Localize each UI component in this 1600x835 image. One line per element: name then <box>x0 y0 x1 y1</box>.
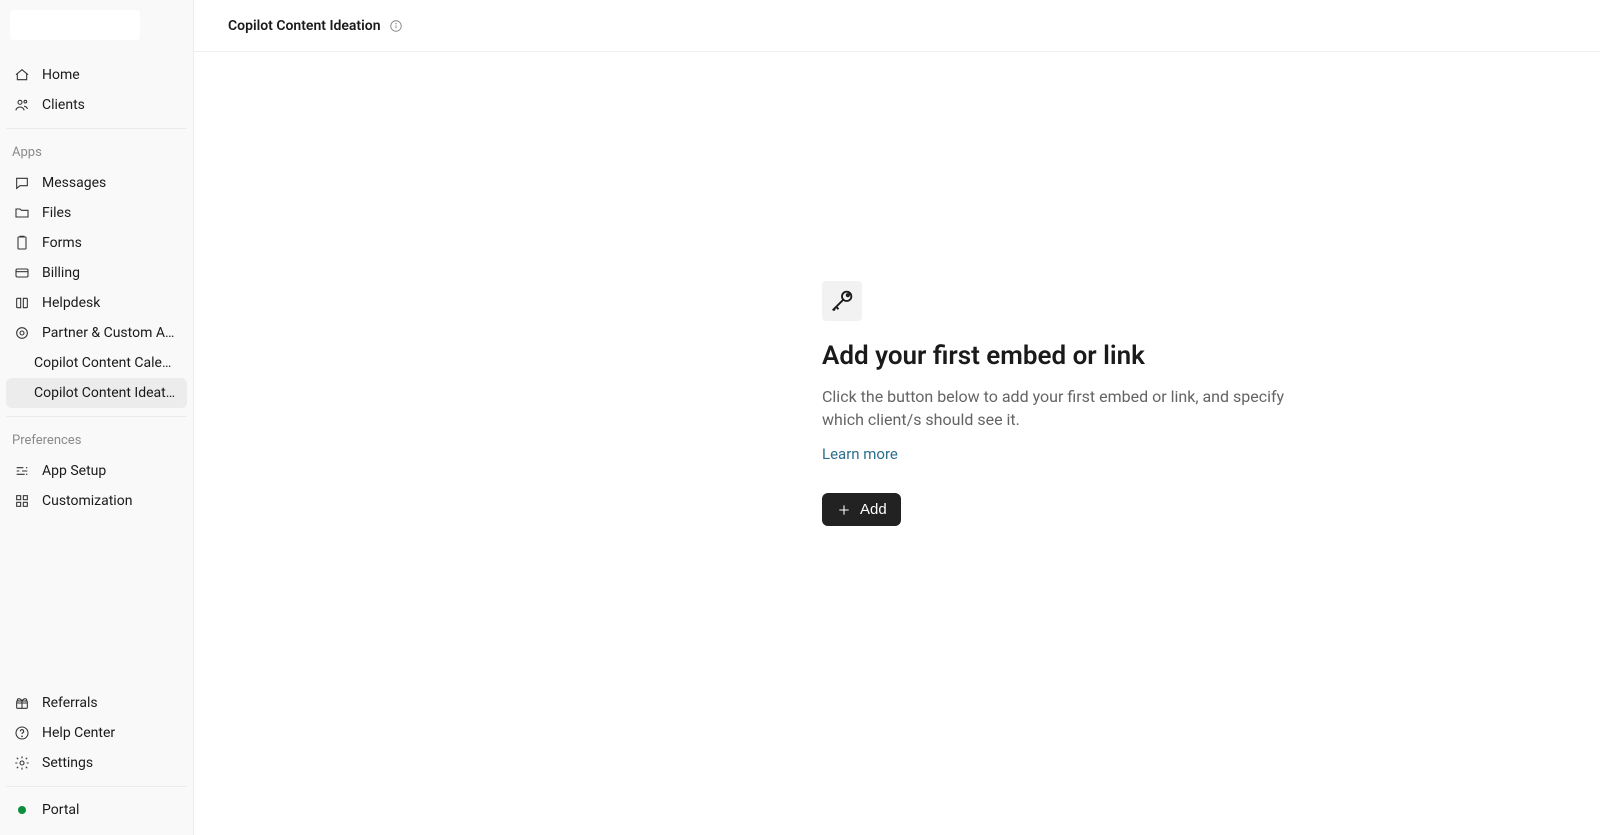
sidebar-item-label: Help Center <box>42 725 115 741</box>
sidebar-item-custom-app-ideation[interactable]: Copilot Content Ideat… <box>6 378 187 408</box>
referrals-icon <box>14 695 30 711</box>
sidebar-item-custom-app-calendar[interactable]: Copilot Content Cale… <box>6 348 187 378</box>
app-setup-icon <box>14 463 30 479</box>
plus-icon <box>836 502 852 518</box>
sidebar-item-customization[interactable]: Customization <box>6 486 187 516</box>
billing-icon <box>14 265 30 281</box>
empty-state: Add your first embed or link Click the b… <box>822 281 1292 526</box>
sidebar-heading-apps: Apps <box>0 135 193 166</box>
sidebar-heading-preferences: Preferences <box>0 423 193 454</box>
sidebar-item-label: Helpdesk <box>42 295 100 311</box>
sidebar-item-billing[interactable]: Billing <box>6 258 187 288</box>
learn-more-link[interactable]: Learn more <box>822 445 1292 463</box>
empty-state-title: Add your first embed or link <box>822 341 1292 371</box>
page-header: Copilot Content Ideation <box>194 0 1600 52</box>
sidebar-item-label: Clients <box>42 97 85 113</box>
divider <box>6 786 187 787</box>
sidebar-item-app-setup[interactable]: App Setup <box>6 456 187 486</box>
logo-area <box>0 0 193 58</box>
content: Add your first embed or link Click the b… <box>194 52 1600 835</box>
sidebar-item-messages[interactable]: Messages <box>6 168 187 198</box>
clients-icon <box>14 97 30 113</box>
sidebar-item-label: Portal <box>42 802 79 818</box>
sidebar-item-forms[interactable]: Forms <box>6 228 187 258</box>
add-button-label: Add <box>860 501 887 518</box>
sidebar-item-label: Billing <box>42 265 80 281</box>
sidebar-item-files[interactable]: Files <box>6 198 187 228</box>
helpdesk-icon <box>14 295 30 311</box>
sidebar-item-home[interactable]: Home <box>6 60 187 90</box>
sidebar-item-label: Copilot Content Ideat… <box>34 385 175 401</box>
empty-state-description: Click the button below to add your first… <box>822 385 1292 431</box>
sidebar-item-helpdesk[interactable]: Helpdesk <box>6 288 187 318</box>
sidebar-item-settings[interactable]: Settings <box>6 748 187 778</box>
sidebar-item-referrals[interactable]: Referrals <box>6 688 187 718</box>
sidebar-item-label: Forms <box>42 235 82 251</box>
sidebar-item-help-center[interactable]: Help Center <box>6 718 187 748</box>
info-icon[interactable] <box>389 19 403 33</box>
messages-icon <box>14 175 30 191</box>
help-center-icon <box>14 725 30 741</box>
sidebar-item-label: App Setup <box>42 463 106 479</box>
sidebar-item-label: Copilot Content Cale… <box>34 355 171 371</box>
sidebar-item-label: Customization <box>42 493 132 509</box>
files-icon <box>14 205 30 221</box>
add-button[interactable]: Add <box>822 493 901 526</box>
sidebar-item-portal[interactable]: Portal <box>6 795 187 825</box>
sidebar-item-label: Settings <box>42 755 93 771</box>
logo-placeholder <box>10 10 140 40</box>
sidebar-item-label: Partner & Custom Apps <box>42 325 179 341</box>
sidebar-item-clients[interactable]: Clients <box>6 90 187 120</box>
sidebar: Home Clients Apps Messages Files <box>0 0 194 835</box>
home-icon <box>14 67 30 83</box>
sidebar-item-label: Files <box>42 205 71 221</box>
sidebar-item-partner-apps[interactable]: Partner & Custom Apps <box>6 318 187 348</box>
sidebar-item-label: Messages <box>42 175 106 191</box>
main: Copilot Content Ideation Add your first … <box>194 0 1600 835</box>
divider <box>6 416 187 417</box>
key-icon <box>822 281 862 321</box>
customization-icon <box>14 493 30 509</box>
partner-apps-icon <box>14 325 30 341</box>
page-title: Copilot Content Ideation <box>228 18 381 34</box>
divider <box>6 128 187 129</box>
settings-icon <box>14 755 30 771</box>
sidebar-item-label: Home <box>42 67 80 83</box>
sidebar-item-label: Referrals <box>42 695 98 711</box>
status-dot-icon <box>14 802 30 818</box>
forms-icon <box>14 235 30 251</box>
